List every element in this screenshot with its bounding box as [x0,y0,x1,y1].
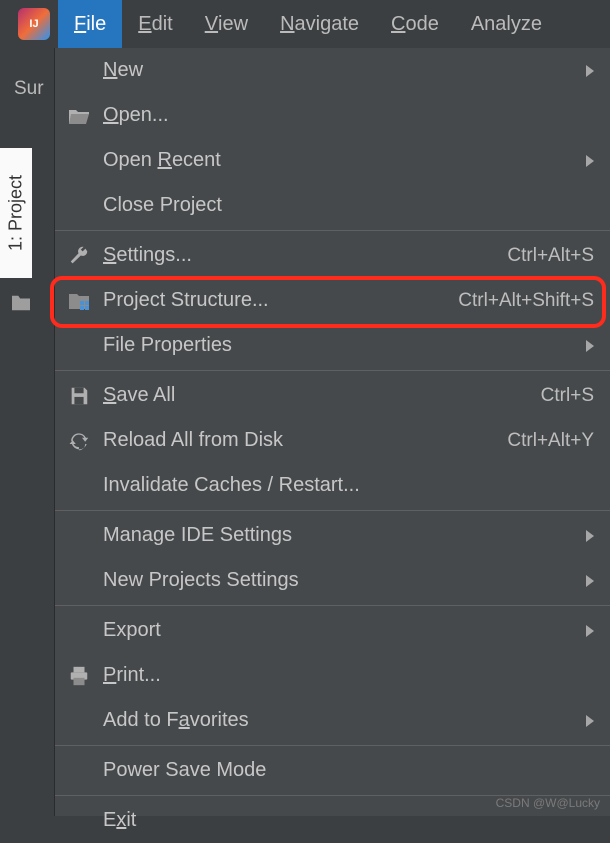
menu-item-export[interactable]: Export [55,608,610,653]
shortcut-label: Ctrl+S [541,385,594,407]
reload-icon [65,427,93,455]
print-icon [65,662,93,690]
menu-item-label: Exit [103,809,594,832]
save-icon [65,382,93,410]
menu-item-settings[interactable]: Settings...Ctrl+Alt+S [55,233,610,278]
menu-item-add-favorites[interactable]: Add to Favorites [55,698,610,743]
menubar: IJ FileEditViewNavigateCodeAnalyze [0,0,610,48]
menu-item-label: Open... [103,104,594,127]
chevron-right-icon [586,65,594,77]
separator [55,370,610,371]
menu-item-label: New Projects Settings [103,569,576,592]
left-panel: Sur 1: Project [0,48,54,816]
menu-code[interactable]: Code [375,0,455,48]
wrench-icon [65,242,93,270]
menu-item-label: Print... [103,664,594,687]
separator [55,605,610,606]
menu-analyze[interactable]: Analyze [455,0,558,48]
separator [55,510,610,511]
blank-icon [65,192,93,220]
shortcut-label: Ctrl+Alt+Y [507,430,594,452]
watermark: CSDN @W@Lucky [496,796,600,810]
menu-item-label: Power Save Mode [103,759,594,782]
menu-item-label: Add to Favorites [103,709,576,732]
menu-item-label: New [103,59,576,82]
menu-item-invalidate[interactable]: Invalidate Caches / Restart... [55,463,610,508]
chevron-right-icon [586,155,594,167]
blank-icon [65,807,93,835]
menu-item-label: Export [103,619,576,642]
menu-item-label: File Properties [103,334,576,357]
shortcut-label: Ctrl+Alt+Shift+S [458,290,594,312]
menu-item-label: Save All [103,384,541,407]
menu-navigate[interactable]: Navigate [264,0,375,48]
menu-item-label: Invalidate Caches / Restart... [103,474,594,497]
menu-item-save-all[interactable]: Save AllCtrl+S [55,373,610,418]
blank-icon [65,147,93,175]
project-tool-tab-label: 1: Project [6,175,27,251]
blank-icon [65,332,93,360]
chevron-right-icon [586,530,594,542]
blank-icon [65,707,93,735]
truncated-text: Sur [14,78,44,100]
menu-item-power-save[interactable]: Power Save Mode [55,748,610,793]
blank-icon [65,567,93,595]
menu-item-label: Open Recent [103,149,576,172]
menu-file[interactable]: File [58,0,122,48]
separator [55,230,610,231]
menu-item-new-projects-settings[interactable]: New Projects Settings [55,558,610,603]
menu-item-close-project[interactable]: Close Project [55,183,610,228]
menu-item-label: Settings... [103,244,507,267]
menu-item-label: Close Project [103,194,594,217]
folder-open-icon [65,102,93,130]
separator [55,745,610,746]
menu-item-label: Manage IDE Settings [103,524,576,547]
file-menu-dropdown: New Open... Open Recent Close Project Settin… [54,48,610,816]
folder-icon[interactable] [10,294,32,312]
shortcut-label: Ctrl+Alt+S [507,245,594,267]
blank-icon [65,472,93,500]
menu-item-new[interactable]: New [55,48,610,93]
menu-item-print[interactable]: Print... [55,653,610,698]
menu-item-project-structure[interactable]: Project Structure...Ctrl+Alt+Shift+S [55,278,610,323]
menu-item-open-recent[interactable]: Open Recent [55,138,610,183]
menu-item-manage-ide[interactable]: Manage IDE Settings [55,513,610,558]
menu-edit[interactable]: Edit [122,0,188,48]
blank-icon [65,522,93,550]
menu-view[interactable]: View [189,0,264,48]
app-logo: IJ [10,0,58,48]
project-structure-icon [65,287,93,315]
menu-item-open[interactable]: Open... [55,93,610,138]
blank-icon [65,617,93,645]
chevron-right-icon [586,715,594,727]
blank-icon [65,57,93,85]
menu-item-reload[interactable]: Reload All from DiskCtrl+Alt+Y [55,418,610,463]
blank-icon [65,757,93,785]
chevron-right-icon [586,625,594,637]
menu-item-label: Project Structure... [103,289,458,312]
chevron-right-icon [586,340,594,352]
chevron-right-icon [586,575,594,587]
app-logo-icon: IJ [18,8,50,40]
menu-item-file-properties[interactable]: File Properties [55,323,610,368]
project-tool-tab[interactable]: 1: Project [0,148,32,278]
menu-item-label: Reload All from Disk [103,429,507,452]
